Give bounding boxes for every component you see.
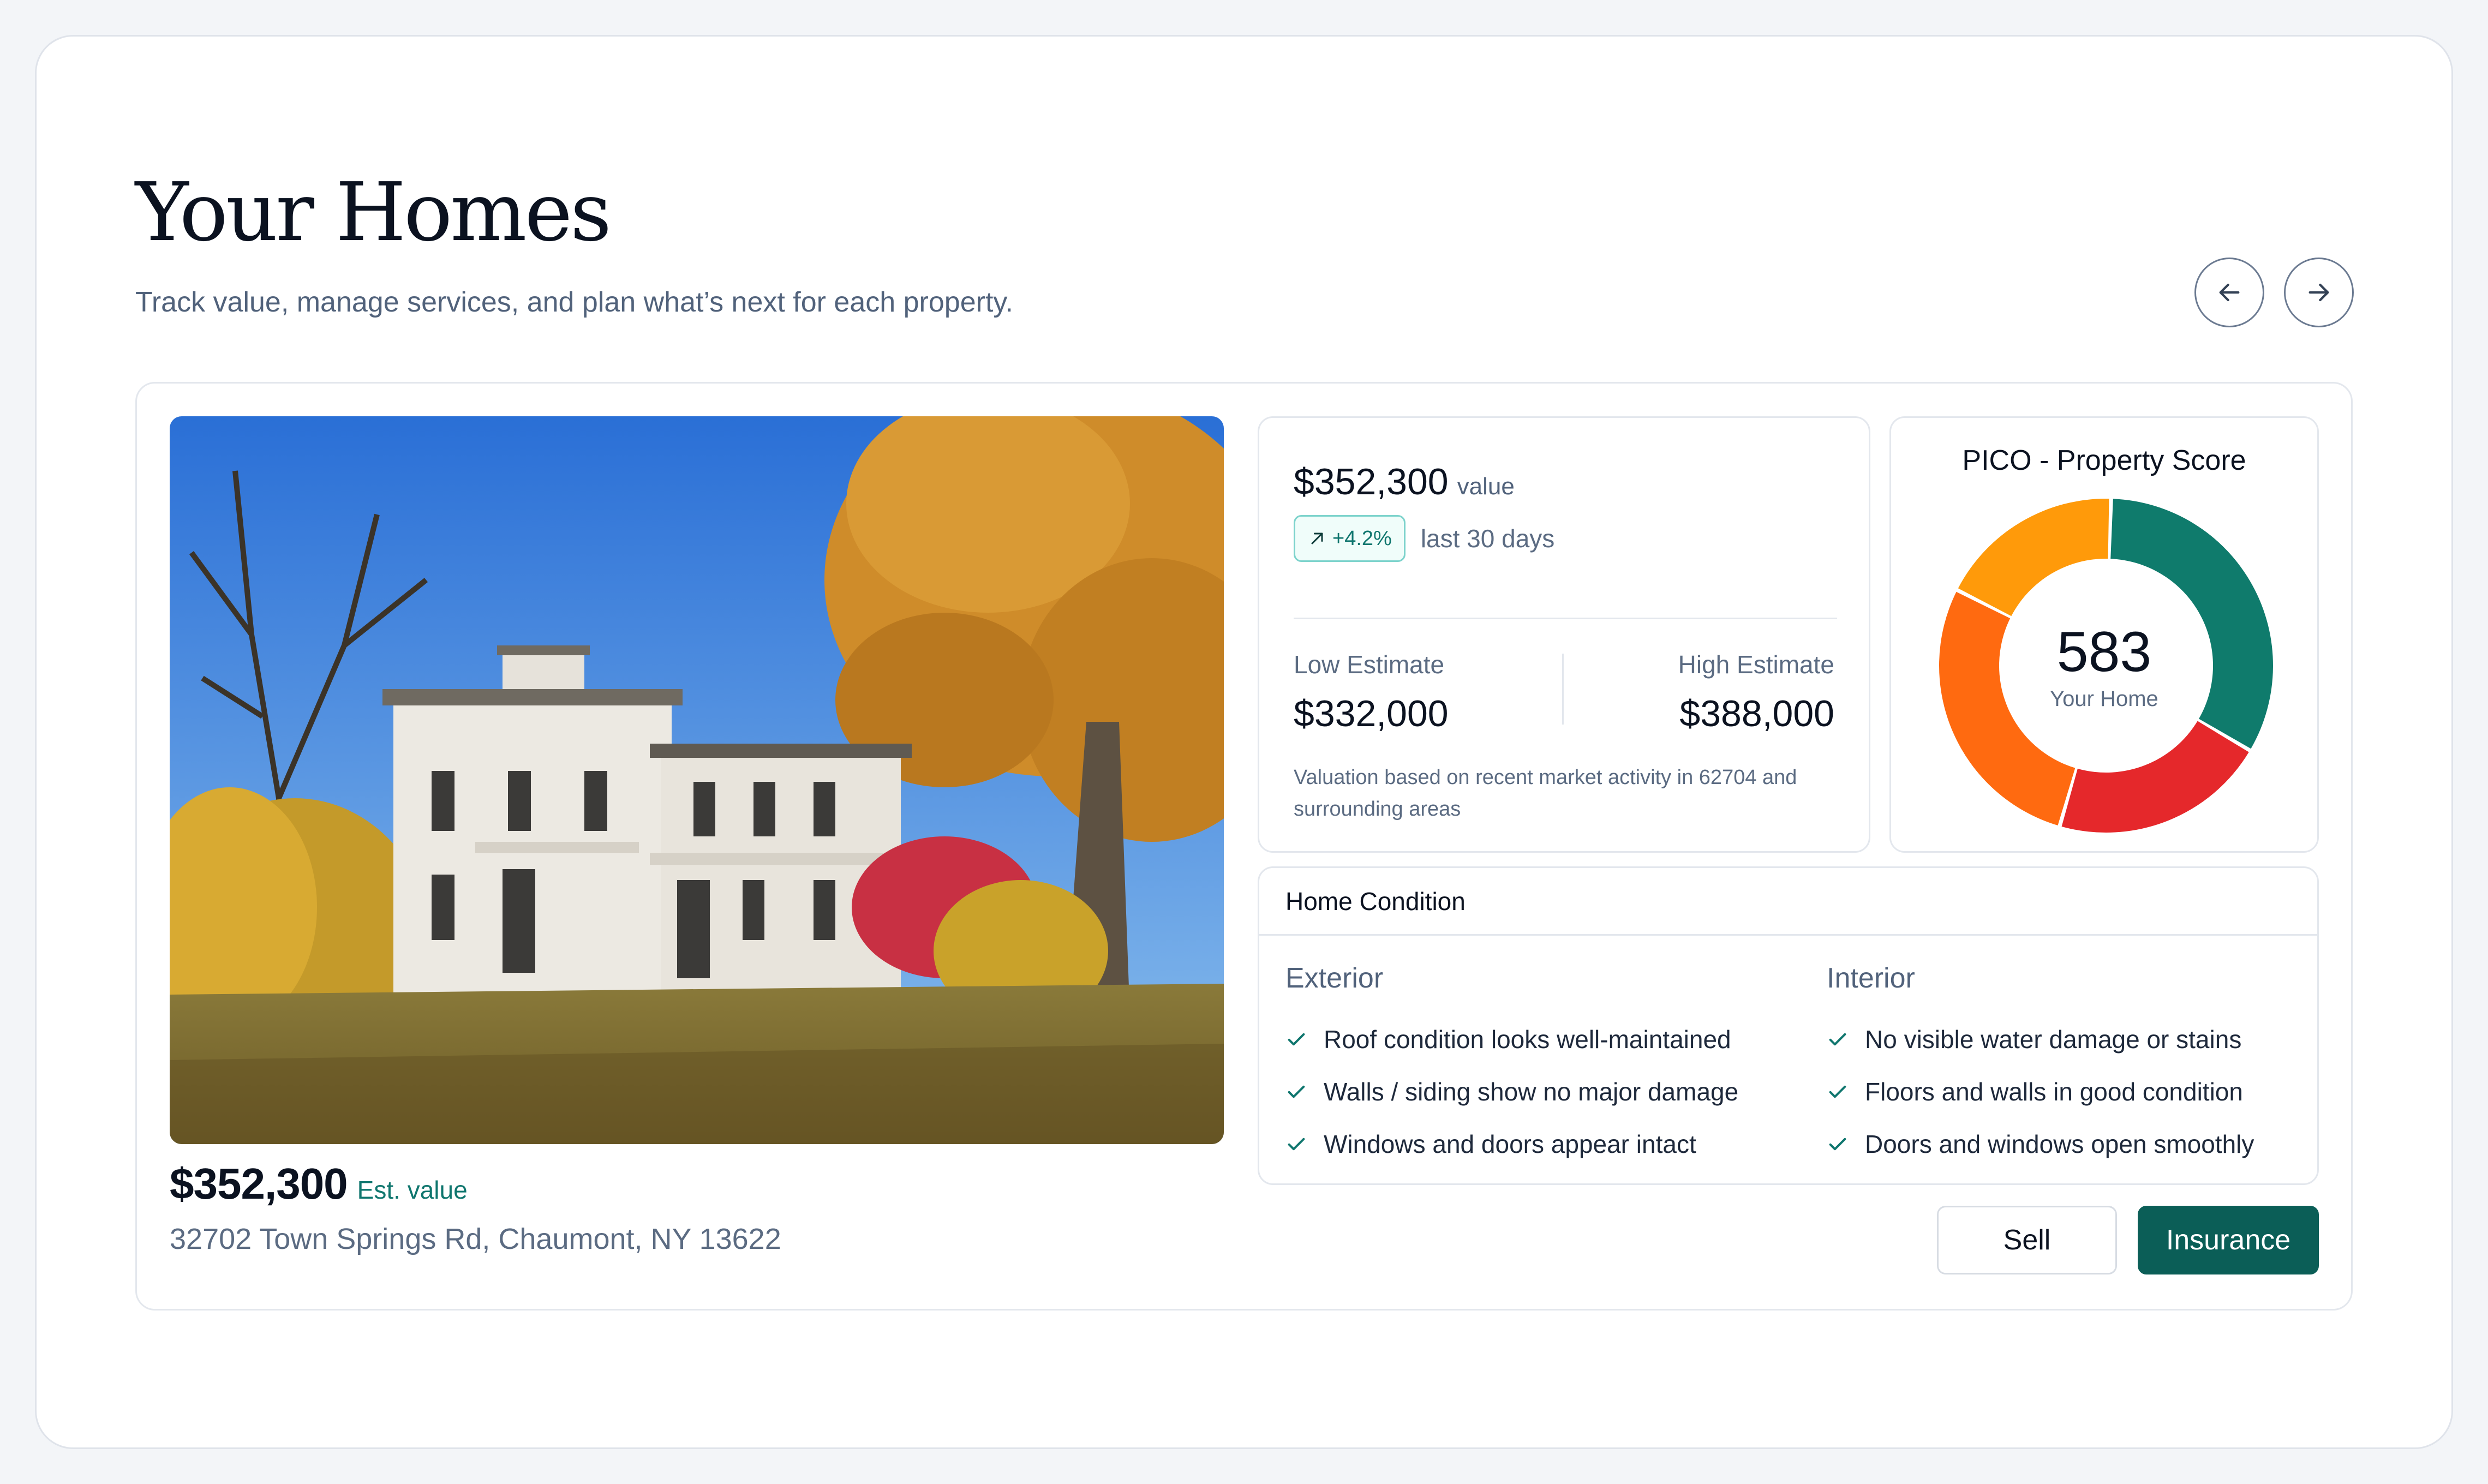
condition-item-text: Windows and doors appear intact bbox=[1324, 1130, 1696, 1158]
check-icon bbox=[1829, 1033, 1846, 1046]
previous-home-button[interactable] bbox=[2194, 258, 2264, 327]
exterior-heading: Exterior bbox=[1285, 962, 1384, 994]
interior-column: Interior No visible water damage or stai… bbox=[1827, 962, 2254, 1170]
sell-button[interactable]: Sell bbox=[1937, 1206, 2117, 1274]
condition-item-text: No visible water damage or stains bbox=[1865, 1025, 2242, 1054]
exterior-column: Exterior Roof condition looks well-maint… bbox=[1285, 962, 1738, 1170]
condition-item: No visible water damage or stains bbox=[1827, 1013, 2254, 1066]
value-change-percent: +4.2% bbox=[1332, 526, 1392, 550]
arrow-left-icon bbox=[2219, 283, 2240, 302]
value-change-period: last 30 days bbox=[1420, 524, 1555, 553]
home-condition-title: Home Condition bbox=[1259, 868, 2317, 936]
estimated-value-label: Est. value bbox=[357, 1176, 468, 1204]
insurance-button[interactable]: Insurance bbox=[2138, 1206, 2319, 1274]
score-title: PICO - Property Score bbox=[1962, 445, 2246, 476]
score-subtitle: Your Home bbox=[2050, 687, 2158, 711]
high-estimate: High Estimate $388,000 bbox=[1678, 650, 1834, 735]
condition-item: Doors and windows open smoothly bbox=[1827, 1118, 2254, 1170]
score-segment-3 bbox=[1958, 499, 2109, 617]
current-value-label: value bbox=[1457, 473, 1515, 500]
check-icon bbox=[1288, 1138, 1305, 1151]
condition-item-text: Doors and windows open smoothly bbox=[1865, 1130, 2254, 1158]
condition-item-text: Roof condition looks well-maintained bbox=[1324, 1025, 1731, 1054]
high-estimate-label: High Estimate bbox=[1678, 650, 1834, 679]
trend-up-arrow-icon bbox=[1311, 532, 1323, 544]
score-segment-1 bbox=[2061, 721, 2249, 833]
score-value: 583 bbox=[2056, 620, 2152, 684]
low-estimate: Low Estimate $332,000 bbox=[1294, 650, 1449, 735]
check-icon bbox=[1829, 1138, 1846, 1151]
home-condition-panel: Home Condition Exterior Roof condition l… bbox=[1258, 866, 2319, 1185]
condition-item: Floors and walls in good condition bbox=[1827, 1066, 2254, 1118]
condition-item: Walls / siding show no major damage bbox=[1285, 1066, 1738, 1118]
page-title: Your Homes bbox=[135, 165, 612, 259]
estimated-value-row: $352,300 Est. value bbox=[170, 1159, 468, 1209]
condition-item: Roof condition looks well-maintained bbox=[1285, 1013, 1738, 1066]
condition-item-text: Floors and walls in good condition bbox=[1865, 1078, 2243, 1106]
valuation-panel: $352,300 value +4.2% last 30 days Low Es… bbox=[1258, 416, 1870, 853]
interior-heading: Interior bbox=[1827, 962, 1915, 994]
low-estimate-value: $332,000 bbox=[1294, 693, 1449, 734]
divider bbox=[1294, 618, 1837, 619]
check-icon bbox=[1288, 1033, 1305, 1046]
property-address: 32702 Town Springs Rd, Chaumont, NY 1362… bbox=[170, 1223, 781, 1255]
property-photo bbox=[170, 416, 1224, 1144]
property-score-panel: PICO - Property Score 583 Your Home bbox=[1889, 416, 2319, 853]
check-icon bbox=[1288, 1085, 1305, 1098]
condition-item: Windows and doors appear intact bbox=[1285, 1118, 1738, 1170]
divider-vertical bbox=[1562, 654, 1564, 725]
estimated-value: $352,300 bbox=[170, 1159, 348, 1208]
value-change-badge: +4.2% bbox=[1294, 515, 1406, 562]
current-value: $352,300 bbox=[1294, 461, 1449, 502]
next-home-button[interactable] bbox=[2284, 258, 2354, 327]
low-estimate-label: Low Estimate bbox=[1294, 650, 1445, 679]
arrow-right-icon bbox=[2308, 283, 2329, 302]
check-icon bbox=[1829, 1085, 1846, 1098]
condition-item-text: Walls / siding show no major damage bbox=[1324, 1078, 1739, 1106]
page-subtitle: Track value, manage services, and plan w… bbox=[135, 286, 1013, 318]
valuation-note: Valuation based on recent market activit… bbox=[1294, 766, 1797, 821]
high-estimate-value: $388,000 bbox=[1679, 693, 1834, 734]
